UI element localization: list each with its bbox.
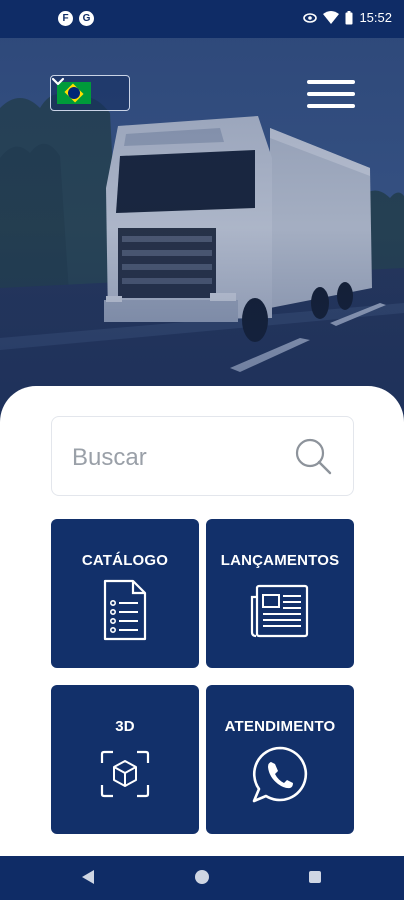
3d-button[interactable]: 3D [51,685,199,834]
tile-label: ATENDIMENTO [224,718,336,735]
tile-label: LANÇAMENTOS [220,552,340,569]
document-list-icon [103,579,147,641]
system-navigation-bar [0,856,404,900]
chevron-down-icon [51,77,65,86]
notification-icons: F G [58,11,94,26]
search-icon[interactable] [295,438,333,476]
battery-icon [345,10,353,24]
app-notification-icon: F [58,11,73,26]
whatsapp-icon [252,746,308,803]
support-button[interactable]: ATENDIMENTO [206,685,354,834]
back-icon[interactable] [82,870,94,884]
releases-button[interactable]: LANÇAMENTOS [206,519,354,668]
cube-3d-icon [100,750,150,798]
status-bar: F G 15:52 [0,0,404,38]
tile-label: CATÁLOGO [81,552,169,569]
catalog-button[interactable]: CATÁLOGO [51,519,199,668]
wifi-icon [323,11,340,24]
eye-icon [303,12,318,23]
clock: 15:52 [359,10,392,25]
system-icons: 15:52 [303,10,392,25]
search-box[interactable] [51,416,354,496]
home-icon[interactable] [195,870,209,884]
language-selector[interactable] [50,75,130,111]
tile-label: 3D [115,718,135,735]
hero-banner [0,38,404,418]
recent-apps-icon[interactable] [309,871,321,883]
newspaper-icon [250,584,309,638]
main-card: CATÁLOGO LANÇAMENTOS [0,386,404,856]
hamburger-menu-icon[interactable] [307,80,355,116]
google-notification-icon: G [79,11,94,26]
search-input[interactable] [70,443,294,473]
